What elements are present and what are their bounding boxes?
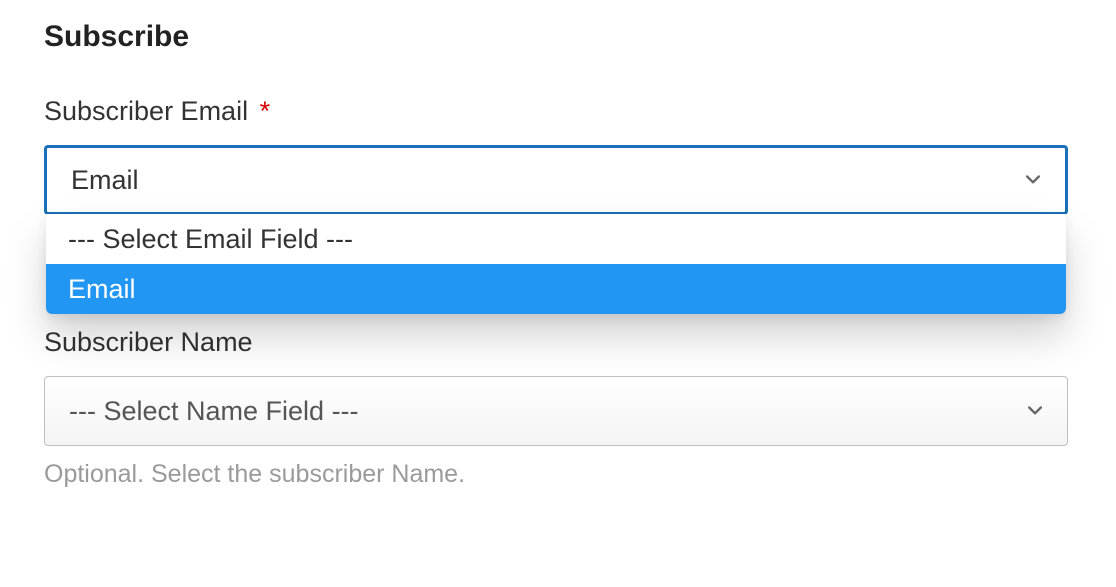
subscriber-name-field: Subscriber Name --- Select Name Field --… bbox=[44, 327, 1072, 489]
required-indicator: * bbox=[260, 96, 271, 126]
chevron-down-icon bbox=[1023, 169, 1043, 189]
section-title: Subscribe bbox=[44, 20, 1072, 54]
subscriber-name-select[interactable]: --- Select Name Field --- bbox=[44, 376, 1068, 446]
email-dropdown-option-placeholder[interactable]: --- Select Email Field --- bbox=[46, 214, 1066, 264]
subscriber-email-select[interactable]: Email bbox=[44, 145, 1068, 215]
email-dropdown-option-email[interactable]: Email bbox=[46, 264, 1066, 314]
subscriber-email-label: Subscriber Email * bbox=[44, 96, 1072, 127]
subscriber-name-label: Subscriber Name bbox=[44, 327, 1072, 358]
subscriber-email-field: Subscriber Email * Email --- Select Emai… bbox=[44, 96, 1072, 215]
chevron-down-icon bbox=[1025, 400, 1045, 420]
subscriber-email-selected-value: Email bbox=[71, 165, 139, 196]
subscriber-email-label-text: Subscriber Email bbox=[44, 96, 248, 126]
subscriber-name-placeholder: --- Select Name Field --- bbox=[69, 396, 359, 427]
subscriber-name-help-text: Optional. Select the subscriber Name. bbox=[44, 460, 1072, 489]
subscriber-email-dropdown-panel: --- Select Email Field --- Email bbox=[46, 214, 1066, 314]
